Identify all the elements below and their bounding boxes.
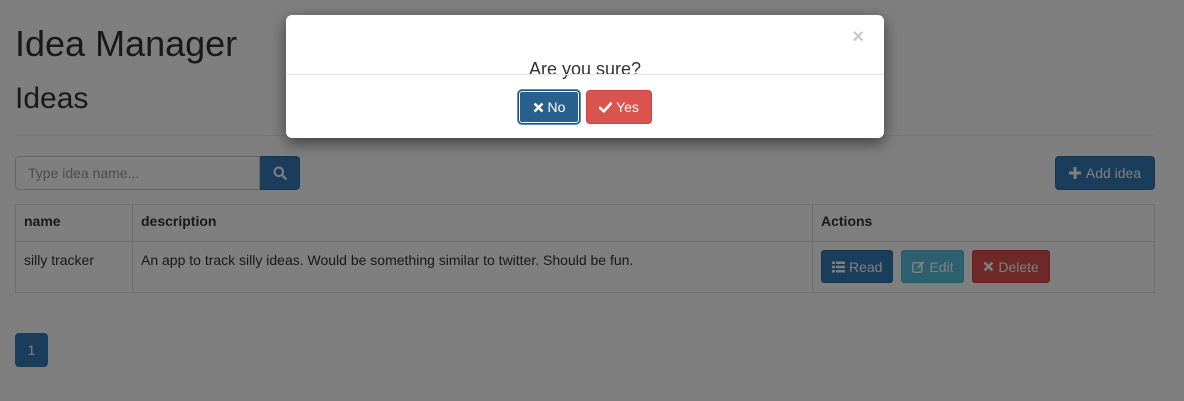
close-icon[interactable]: × <box>852 27 864 47</box>
dialog-divider <box>286 74 884 75</box>
confirm-dialog: × Are you sure? No Yes <box>286 15 884 138</box>
yes-label: Yes <box>616 99 639 115</box>
close-icon <box>533 102 544 113</box>
check-icon <box>599 101 613 113</box>
no-button[interactable]: No <box>518 90 580 124</box>
dialog-footer: No Yes <box>286 90 884 124</box>
dialog-title: Are you sure? <box>528 59 642 79</box>
yes-button[interactable]: Yes <box>586 90 652 124</box>
no-label: No <box>547 99 566 115</box>
